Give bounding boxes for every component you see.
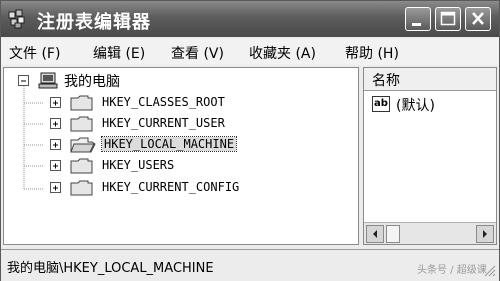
scrollbar-thumb[interactable]	[386, 225, 400, 243]
value-name[interactable]: (默认)	[396, 95, 435, 115]
maximize-icon	[440, 11, 456, 26]
status-bar: 我的电脑\HKEY_LOCAL_MACHINE 头条号 / 超级课	[1, 249, 499, 281]
tree-key-row[interactable]: HKEY_CURRENT_CONFIG	[4, 179, 344, 199]
tree-key-row[interactable]: HKEY_USERS	[4, 157, 344, 177]
tree-key-row[interactable]: HKEY_CURRENT_USER	[4, 115, 344, 135]
value-list-pane[interactable]: 名称 ab (默认)	[363, 67, 497, 245]
folder-icon	[70, 116, 93, 132]
arrow-left-icon	[373, 230, 377, 238]
tree-key-label[interactable]: HKEY_CURRENT_USER	[102, 116, 225, 130]
status-path: 我的电脑\HKEY_LOCAL_MACHINE	[7, 261, 214, 276]
tree-key-row[interactable]: HKEY_CLASSES_ROOT	[4, 94, 344, 114]
minimize-button[interactable]	[405, 7, 431, 31]
tree-key-label[interactable]: HKEY_LOCAL_MACHINE	[100, 136, 238, 152]
menu-edit[interactable]: 编辑 (E)	[93, 43, 145, 63]
folder-icon	[70, 158, 93, 174]
tree-key-expand-toggle[interactable]	[50, 139, 61, 150]
minimize-icon	[412, 23, 421, 26]
scroll-right-button[interactable]	[476, 225, 494, 243]
scroll-left-button[interactable]	[366, 225, 384, 243]
tree-root-label[interactable]: 我的电脑	[64, 71, 120, 91]
plus-icon	[53, 142, 58, 148]
close-icon	[472, 12, 484, 25]
plus-icon	[53, 163, 58, 169]
window-title: 注册表编辑器	[37, 12, 151, 33]
menu-help[interactable]: 帮助 (H)	[345, 43, 399, 63]
tree-key-expand-toggle[interactable]	[50, 118, 61, 129]
menu-view[interactable]: 查看 (V)	[171, 43, 224, 63]
horizontal-scrollbar[interactable]	[364, 222, 496, 244]
folder-icon	[70, 180, 93, 196]
close-button[interactable]	[465, 7, 491, 31]
folder-icon	[70, 95, 93, 111]
maximize-button[interactable]	[435, 7, 461, 31]
title-bar[interactable]: 注册表编辑器	[1, 1, 499, 37]
tree-key-expand-toggle[interactable]	[50, 97, 61, 108]
tree-key-label[interactable]: HKEY_CLASSES_ROOT	[102, 95, 225, 109]
tree-key-row-selected[interactable]: HKEY_LOCAL_MACHINE	[4, 136, 344, 156]
arrow-right-icon	[483, 230, 487, 238]
string-value-icon: ab	[372, 96, 390, 112]
tree-key-label[interactable]: HKEY_CURRENT_CONFIG	[102, 180, 239, 194]
column-header-name[interactable]: 名称	[364, 68, 496, 91]
folder-open-icon	[70, 137, 96, 153]
registry-editor-window: 注册表编辑器 文件 (F) 编辑 (E) 查看 (V) 收藏夹 (A) 帮助 (…	[0, 0, 500, 281]
menu-bar: 文件 (F) 编辑 (E) 查看 (V) 收藏夹 (A) 帮助 (H)	[1, 39, 499, 65]
tree-key-expand-toggle[interactable]	[50, 182, 61, 193]
resize-grip-icon[interactable]	[481, 262, 497, 278]
tree-key-label[interactable]: HKEY_USERS	[102, 158, 174, 172]
menu-file[interactable]: 文件 (F)	[9, 43, 60, 63]
plus-icon	[53, 100, 58, 106]
menu-favorites[interactable]: 收藏夹 (A)	[249, 43, 316, 63]
plus-icon	[53, 185, 58, 191]
plus-icon	[53, 121, 58, 127]
watermark: 头条号 / 超级课	[417, 265, 487, 276]
key-tree-pane[interactable]: 我的电脑 HKEY_CLASSES_ROOT HKEY_CURRENT_USER…	[3, 67, 359, 245]
tree-key-expand-toggle[interactable]	[50, 160, 61, 171]
registry-editor-app-icon[interactable]	[7, 8, 29, 30]
column-header-label: 名称	[372, 73, 400, 89]
